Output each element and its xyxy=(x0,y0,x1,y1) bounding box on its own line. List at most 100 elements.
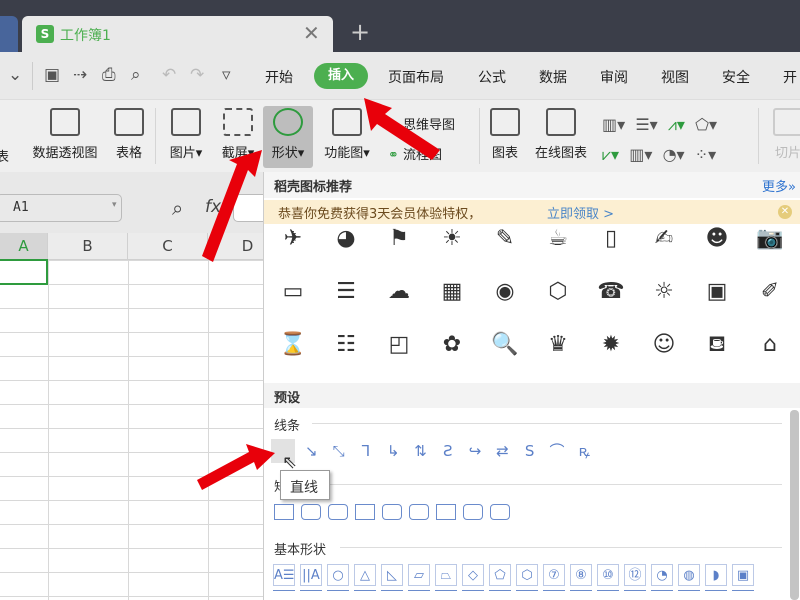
dropdown-chevron-icon[interactable]: ⌄ xyxy=(8,65,22,85)
recommended-icon[interactable]: ▦ xyxy=(437,277,467,307)
save-icon[interactable]: ▣ xyxy=(44,65,60,85)
area-chart-icon[interactable]: ⩗▾ xyxy=(602,145,619,164)
recommended-icon[interactable]: ⌂ xyxy=(755,330,785,360)
rectangle-shape[interactable] xyxy=(355,504,375,520)
claim-link[interactable]: 立即领取 > xyxy=(547,203,614,222)
zoom-search-icon[interactable]: ⌕ xyxy=(172,196,183,220)
recommended-icon[interactable]: ☁ xyxy=(384,277,414,307)
line-shape[interactable]: ⌒ xyxy=(546,440,568,462)
basic-shape[interactable] xyxy=(543,590,565,600)
recommended-icon[interactable]: ♛ xyxy=(543,330,573,360)
recommended-icon[interactable]: ⬡ xyxy=(543,277,573,307)
column-chart-icon[interactable]: ▥▾ xyxy=(602,115,625,134)
recommended-icon[interactable]: 📷 xyxy=(755,224,785,254)
basic-shape[interactable]: ▱ xyxy=(408,564,430,586)
recommended-icon[interactable]: ◉ xyxy=(490,277,520,307)
new-tab-button[interactable]: + xyxy=(350,18,370,46)
basic-shape[interactable] xyxy=(273,590,295,600)
redo-icon[interactable]: ↷ xyxy=(190,65,204,85)
combo-chart-icon[interactable]: ▥▾ xyxy=(629,145,652,164)
basic-shape[interactable]: ⬡ xyxy=(516,564,538,586)
scatter-chart-icon[interactable]: ⁘▾ xyxy=(695,145,716,164)
recommended-icon[interactable]: ☻ xyxy=(702,224,732,254)
basic-shape[interactable] xyxy=(516,590,538,600)
recommended-icon[interactable]: ▯ xyxy=(596,224,626,254)
basic-shape[interactable] xyxy=(678,590,700,600)
rectangle-shape[interactable] xyxy=(274,504,294,520)
shape-button[interactable]: 形状▾ xyxy=(266,108,310,161)
column-header-c[interactable]: C xyxy=(128,233,208,260)
basic-shape[interactable]: ◔ xyxy=(651,564,673,586)
close-tab-icon[interactable]: ✕ xyxy=(303,21,320,45)
basic-shape[interactable]: ⑧ xyxy=(570,564,592,586)
function-chart-button[interactable]: 功能图▾ xyxy=(318,108,376,161)
basic-shape[interactable]: △ xyxy=(354,564,376,586)
recommended-icon[interactable]: ☼ xyxy=(649,277,679,307)
recommended-icon[interactable]: ✐ xyxy=(755,277,785,307)
online-chart-button[interactable]: 在线图表 xyxy=(530,108,592,161)
recommended-icon[interactable]: ✹ xyxy=(596,330,626,360)
flowchart-button[interactable]: ⚭ 流程图 xyxy=(388,144,442,163)
recommended-icon[interactable]: ✈ xyxy=(278,224,308,254)
previous-tab[interactable] xyxy=(0,16,18,52)
recommended-icon[interactable]: ◕ xyxy=(331,224,361,254)
line-shape[interactable]: ⅂ xyxy=(355,440,377,462)
basic-shape[interactable]: ||A xyxy=(300,564,322,586)
line-chart-icon[interactable]: ⩘▾ xyxy=(668,115,685,134)
rectangle-shape[interactable] xyxy=(382,504,402,520)
basic-shape[interactable]: ▣ xyxy=(732,564,754,586)
rectangle-shape[interactable] xyxy=(328,504,348,520)
basic-shape[interactable] xyxy=(327,590,349,600)
basic-shape[interactable]: ⬠ xyxy=(489,564,511,586)
cell-grid[interactable] xyxy=(0,260,263,600)
workbook-tab[interactable]: S 工作簿1 ✕ xyxy=(22,16,333,52)
recommended-icon[interactable]: ☺ xyxy=(649,330,679,360)
basic-shape[interactable]: ⑫ xyxy=(624,564,646,586)
menu-security[interactable]: 安全 xyxy=(722,67,750,87)
basic-shape[interactable]: A☰ xyxy=(273,564,295,586)
menu-developer[interactable]: 开 xyxy=(783,67,797,87)
mind-map-button[interactable]: ⚭ 思维导图 xyxy=(388,114,455,133)
pivot-chart-button[interactable]: 数据透视图 xyxy=(26,108,104,161)
column-header-b[interactable]: B xyxy=(48,233,128,260)
recommended-icon[interactable]: ☰ xyxy=(331,277,361,307)
basic-shape[interactable]: ◍ xyxy=(678,564,700,586)
line-shape[interactable]: Ƨ xyxy=(437,440,459,462)
radar-chart-icon[interactable]: ⬠▾ xyxy=(695,115,717,134)
slicer-button[interactable]: 切片 xyxy=(768,108,800,161)
basic-shape[interactable]: ○ xyxy=(327,564,349,586)
recommended-icon[interactable]: ☕ xyxy=(543,224,573,254)
menu-start[interactable]: 开始 xyxy=(265,67,293,87)
basic-shape[interactable] xyxy=(354,590,376,600)
undo-icon[interactable]: ↶ xyxy=(162,65,176,85)
recommended-icon[interactable]: 🔍 xyxy=(490,330,520,360)
ribbon-table-partial[interactable]: 表 xyxy=(0,146,9,165)
pie-chart-icon[interactable]: ◔▾ xyxy=(663,145,685,164)
recommended-icon[interactable]: ▣ xyxy=(702,277,732,307)
menu-formulas[interactable]: 公式 xyxy=(478,67,506,87)
rectangle-shape[interactable] xyxy=(301,504,321,520)
screenshot-button[interactable]: 截屏▾ xyxy=(216,108,260,161)
export-icon[interactable]: ⇢ xyxy=(73,65,87,85)
line-shape[interactable]: ↪ xyxy=(464,440,486,462)
rectangle-shape[interactable] xyxy=(409,504,429,520)
basic-shape[interactable] xyxy=(624,590,646,600)
basic-shape[interactable]: ◗ xyxy=(705,564,727,586)
close-banner-icon[interactable]: ✕ xyxy=(778,205,792,219)
basic-shape[interactable] xyxy=(570,590,592,600)
rectangle-shape[interactable] xyxy=(436,504,456,520)
name-box[interactable]: A1 xyxy=(0,194,122,222)
print-icon[interactable]: ⎙ xyxy=(102,65,116,85)
line-shape[interactable]: ꝶ xyxy=(573,440,595,462)
more-commands-icon[interactable]: ▿ xyxy=(222,65,231,85)
menu-view[interactable]: 视图 xyxy=(661,67,689,87)
line-shape[interactable]: ↳ xyxy=(382,440,404,462)
recommended-icon[interactable]: ▭ xyxy=(278,277,308,307)
recommended-icon[interactable]: ⛾ xyxy=(702,330,732,360)
recommended-icon[interactable]: ✍ xyxy=(649,224,679,254)
line-shape[interactable]: ⇄ xyxy=(491,440,513,462)
more-link[interactable]: 更多» xyxy=(762,176,796,195)
recommended-icon[interactable]: ☎ xyxy=(596,277,626,307)
line-shape[interactable]: ↘ xyxy=(300,440,322,462)
basic-shape[interactable] xyxy=(732,590,754,600)
